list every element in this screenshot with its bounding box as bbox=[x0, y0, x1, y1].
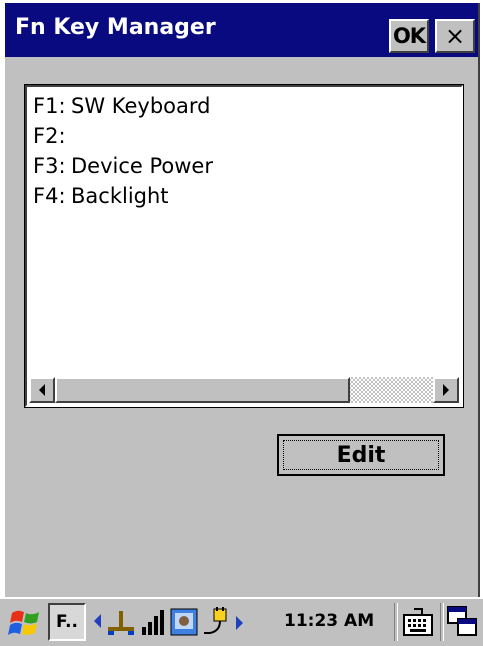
taskbar-app-button[interactable]: F.. bbox=[48, 603, 86, 641]
ok-button[interactable]: OK bbox=[389, 19, 429, 53]
list-item-f2[interactable]: F2: bbox=[33, 121, 455, 151]
edit-button[interactable]: Edit bbox=[277, 434, 445, 476]
horizontal-scrollbar[interactable] bbox=[29, 377, 459, 403]
list-item-f3[interactable]: F3: Device Power bbox=[33, 151, 455, 181]
signal-bars-icon[interactable] bbox=[140, 607, 166, 641]
system-tray: 11:23 AM bbox=[92, 603, 394, 641]
window-title: Fn Key Manager bbox=[15, 15, 216, 40]
title-bar: Fn Key Manager OK × bbox=[5, 3, 478, 57]
fkey-action: SW Keyboard bbox=[71, 94, 211, 118]
scrollbar-thumb[interactable] bbox=[55, 377, 350, 403]
fkey-label: F3: bbox=[33, 154, 66, 178]
network-icon[interactable] bbox=[106, 607, 136, 641]
switch-windows-icon[interactable] bbox=[446, 605, 478, 641]
clock[interactable]: 11:23 AM bbox=[284, 611, 374, 631]
function-key-list[interactable]: F1: SW Keyboard F2: F3: Device Power F4: Ba… bbox=[24, 84, 464, 408]
tray-arrow-right-icon[interactable] bbox=[236, 615, 244, 634]
edit-button-label: Edit bbox=[336, 442, 386, 468]
close-button[interactable]: × bbox=[435, 19, 475, 53]
start-flag-icon[interactable] bbox=[8, 607, 42, 639]
fkey-label: F2: bbox=[33, 124, 66, 148]
fn-key-manager-window: Fn Key Manager OK × F1: SW Keyboard F2: F… bbox=[3, 3, 480, 597]
wireless-app-icon[interactable] bbox=[170, 607, 198, 641]
fkey-action: Backlight bbox=[71, 184, 169, 208]
scrollbar-track[interactable] bbox=[55, 377, 433, 403]
fkey-label: F1: bbox=[33, 94, 66, 118]
keyboard-icon[interactable] bbox=[400, 605, 436, 643]
list-item-f4[interactable]: F4: Backlight bbox=[33, 181, 455, 211]
taskbar: F.. 11:23 AM bbox=[0, 597, 483, 646]
taskbar-separator bbox=[440, 603, 444, 641]
taskbar-separator bbox=[394, 603, 398, 641]
fkey-label: F4: bbox=[33, 184, 66, 208]
scroll-right-arrow-icon[interactable] bbox=[433, 377, 459, 403]
scroll-left-arrow-icon[interactable] bbox=[29, 377, 55, 403]
power-plug-icon[interactable] bbox=[202, 607, 232, 641]
list-item-f1[interactable]: F1: SW Keyboard bbox=[33, 91, 455, 121]
fkey-action: Device Power bbox=[71, 154, 213, 178]
tray-arrow-left-icon[interactable] bbox=[94, 613, 102, 632]
